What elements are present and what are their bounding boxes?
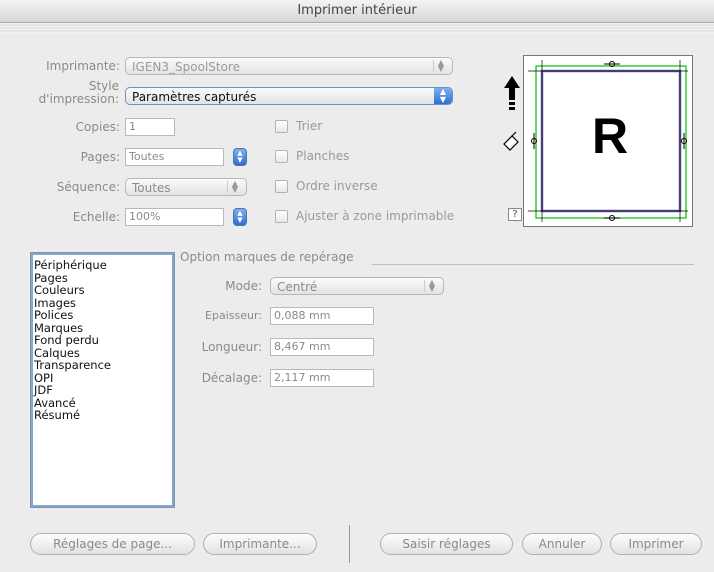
style-label: Style d'impression: [0, 80, 119, 106]
cancel-button[interactable]: Annuler [522, 533, 602, 555]
toolbar-stripe [0, 23, 714, 33]
spreads-checkbox[interactable] [275, 150, 288, 163]
pages-stepper[interactable]: ▲ ▼ [233, 148, 247, 166]
thickness-label: Epaisseur: [205, 309, 262, 322]
scale-field[interactable]: 100% [125, 208, 224, 226]
page-setup-button[interactable]: Réglages de page... [30, 533, 195, 555]
spreads-label: Planches [296, 149, 350, 163]
help-button[interactable]: ? [508, 208, 522, 221]
fit-printable-checkbox[interactable] [275, 210, 288, 223]
length-field[interactable]: 8,467 mm [270, 338, 374, 356]
sequence-label: Séquence: [56, 180, 120, 194]
printer-button[interactable]: Imprimante... [203, 533, 317, 555]
printer-label: Imprimante: [46, 59, 120, 73]
updown-icon: ▲ ▼ [433, 59, 448, 73]
updown-icon: ▲ ▼ [424, 279, 439, 293]
fit-printable-label: Ajuster à zone imprimable [296, 209, 455, 223]
reverse-order-label: Ordre inverse [296, 179, 378, 193]
list-item[interactable]: Transparence [31, 359, 174, 372]
marks-group-title: Option marques de repérage [180, 250, 354, 264]
list-item[interactable]: Périphérique [31, 259, 174, 272]
printer-select[interactable]: IGEN3_SpoolStore ▲ ▼ [125, 57, 453, 75]
list-item[interactable]: Résumé [31, 409, 174, 422]
list-item[interactable]: Couleurs [31, 284, 174, 297]
list-item[interactable]: Polices [31, 309, 174, 322]
button-separator [349, 525, 350, 563]
collate-checkbox[interactable] [275, 120, 288, 133]
scale-stepper[interactable]: ▲ ▼ [233, 208, 247, 226]
mode-label: Mode: [225, 279, 262, 293]
orientation-arrow-icon[interactable] [504, 76, 520, 110]
style-label-line2: d'impression: [38, 92, 119, 106]
scale-label: Echelle: [72, 210, 120, 224]
offset-field[interactable]: 2,117 mm [270, 369, 374, 387]
copies-label: Copies: [75, 120, 120, 134]
sequence-select[interactable]: Toutes ▲ ▼ [125, 178, 247, 196]
pages-label: Pages: [80, 150, 120, 164]
preview-letter: R [591, 108, 629, 164]
copies-field[interactable]: 1 [125, 118, 175, 136]
print-button[interactable]: Imprimer [610, 533, 702, 555]
updown-icon: ▲ ▼ [227, 180, 242, 194]
mode-value: Centré [277, 280, 318, 294]
print-style-value: Paramètres capturés [132, 90, 257, 104]
group-divider [372, 264, 694, 265]
print-style-select[interactable]: Paramètres capturés ▲ ▼ [125, 87, 453, 105]
sequence-value: Toutes [132, 181, 171, 195]
mode-select[interactable]: Centré ▲ ▼ [270, 277, 444, 295]
updown-icon: ▲ ▼ [434, 88, 452, 104]
collate-label: Trier [296, 119, 323, 133]
reverse-order-checkbox[interactable] [275, 180, 288, 193]
length-label: Longueur: [201, 340, 262, 354]
window-title: Imprimer intérieur [0, 0, 714, 23]
list-item[interactable]: Fond perdu [31, 334, 174, 347]
category-list[interactable]: Périphérique Pages Couleurs Images Polic… [30, 252, 175, 508]
thickness-field[interactable]: 0,088 mm [270, 307, 374, 325]
printer-value: IGEN3_SpoolStore [132, 60, 240, 74]
list-item[interactable]: JDF [31, 384, 174, 397]
pages-field[interactable]: Toutes [125, 148, 224, 166]
capture-settings-button[interactable]: Saisir réglages [380, 533, 513, 555]
offset-label: Décalage: [201, 371, 262, 385]
pan-hand-icon[interactable] [503, 131, 519, 151]
